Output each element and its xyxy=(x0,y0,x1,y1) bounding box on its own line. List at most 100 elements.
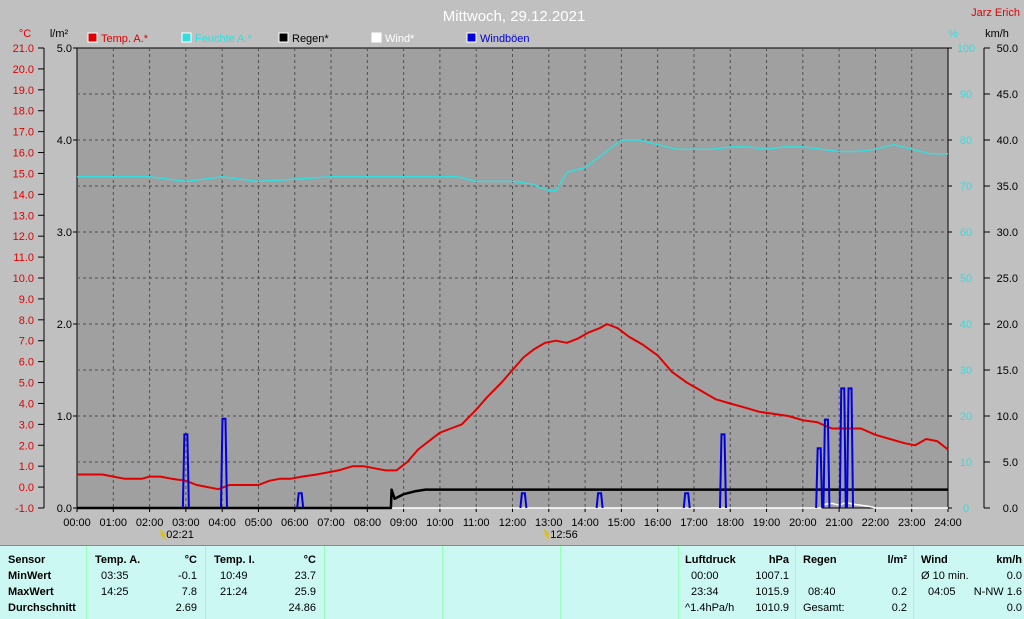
temp-i-avg-value: 24.86 xyxy=(288,602,316,614)
temp-tick-label: 10.0 xyxy=(13,273,34,285)
legend-label: Regen* xyxy=(292,33,329,45)
temp-i-max-time: 21:24 xyxy=(220,586,248,598)
pressure-unit: hPa xyxy=(768,554,789,566)
x-tick-label: 07:00 xyxy=(317,517,345,529)
weather-chart: Mittwoch, 29.12.2021 Jarz Erich °C l/m² … xyxy=(13,7,1020,541)
temp-tick-label: 14.0 xyxy=(13,189,34,201)
wind-avg-label: Ø 10 min. xyxy=(921,570,969,582)
rain-unit: l/m² xyxy=(887,554,907,566)
wind-tick-label: 40.0 xyxy=(997,135,1018,147)
temp-tick-label: 12.0 xyxy=(13,231,34,243)
x-tick-label: 12:00 xyxy=(499,517,527,529)
temp-tick-label: 18.0 xyxy=(13,106,34,118)
humidity-tick-label: 30 xyxy=(960,365,972,377)
pressure-trend: ^1.4hPa/h xyxy=(685,602,735,614)
temp-tick-label: 19.0 xyxy=(13,85,34,97)
x-tick-label: 00:00 xyxy=(63,517,91,529)
pressure-max-value: 1015.9 xyxy=(755,586,789,598)
legend: Temp. A.* Feuchte A.* Regen* Wind* Windböen xyxy=(87,32,530,45)
humidity-tick-label: 20 xyxy=(960,411,972,423)
rain-tick-label: 2.0 xyxy=(57,319,72,331)
temp-i-max-value: 25.9 xyxy=(294,586,316,598)
rain-tick-label: 4.0 xyxy=(57,135,72,147)
max-label: MaxWert xyxy=(8,586,54,598)
temp-tick-label: 3.0 xyxy=(19,419,34,431)
temp-tick-label: 1.0 xyxy=(19,461,34,473)
temp-i-header: Temp. I. xyxy=(214,554,255,566)
wind-unit-label: km/h xyxy=(985,28,1009,40)
temp-tick-label: 0.0 xyxy=(19,482,34,494)
humidity-tick-label: 100 xyxy=(957,43,975,55)
rain-column: Regen l/m² 08:40 0.2 Gesamt: 0.2 xyxy=(795,546,913,619)
temp-tick-label: 5.0 xyxy=(19,378,34,390)
temp-a-min-value: -0.1 xyxy=(178,570,197,582)
temp-a-max-value: 7.8 xyxy=(181,586,197,598)
wind-max-time: 04:05 xyxy=(928,586,956,598)
avg-label: Durchschnitt xyxy=(8,602,76,614)
wind-tick-label: 50.0 xyxy=(997,43,1018,55)
x-tick-label: 22:00 xyxy=(862,517,890,529)
temp-unit-label: °C xyxy=(19,28,31,40)
rain-unit-label: l/m² xyxy=(50,28,69,40)
x-tick-label: 23:00 xyxy=(898,517,926,529)
temp-a-avg-value: 2.69 xyxy=(175,602,197,614)
rain-total-label: Gesamt: xyxy=(803,602,845,614)
rain-tick-label: 0.0 xyxy=(57,503,72,515)
x-tick-label: 17:00 xyxy=(680,517,708,529)
empty-column-3 xyxy=(560,546,678,619)
humidity-tick-label: 50 xyxy=(960,273,972,285)
lightning-icon xyxy=(159,529,167,540)
temp-i-min-time: 10:49 xyxy=(220,570,248,582)
wind-tick-label: 0.0 xyxy=(1003,503,1018,515)
temp-tick-label: 8.0 xyxy=(19,315,34,327)
temp-a-min-time: 03:35 xyxy=(101,570,129,582)
sensor-header: Sensor xyxy=(8,554,46,566)
legend-label: Feuchte A.* xyxy=(195,33,253,45)
humidity-tick-label: 10 xyxy=(960,457,972,469)
wind-tick-label: 45.0 xyxy=(997,89,1018,101)
wind-avg-value: 0.0 xyxy=(1006,570,1022,582)
temp-tick-label: 4.0 xyxy=(19,398,34,410)
x-tick-label: 24:00 xyxy=(934,517,962,529)
wind-unit: km/h xyxy=(996,554,1022,566)
temp-tick-label: 17.0 xyxy=(13,127,34,139)
temp-i-min-value: 23.7 xyxy=(294,570,316,582)
pressure-min-value: 1007.1 xyxy=(755,570,789,582)
x-tick-label: 11:00 xyxy=(463,517,490,529)
pressure-avg-value: 1010.9 xyxy=(755,602,789,614)
temp-tick-label: 7.0 xyxy=(19,336,34,348)
x-tick-label: 15:00 xyxy=(608,517,636,529)
x-tick-label: 05:00 xyxy=(245,517,273,529)
wind-tick-label: 35.0 xyxy=(997,181,1018,193)
x-tick-label: 06:00 xyxy=(281,517,309,529)
wind-tick-label: 25.0 xyxy=(997,273,1018,285)
empty-column-2 xyxy=(442,546,560,619)
x-tick-label: 20:00 xyxy=(789,517,817,529)
author-label: Jarz Erich xyxy=(971,7,1020,19)
wind-tick-label: 5.0 xyxy=(1003,457,1018,469)
summary-table: Sensor MinWert MaxWert Durchschnitt Temp… xyxy=(0,545,1024,619)
temp-a-header: Temp. A. xyxy=(95,554,141,566)
x-tick-label: 01:00 xyxy=(100,517,128,529)
legend-swatch xyxy=(278,32,289,43)
x-tick-label: 18:00 xyxy=(716,517,744,529)
x-tick-label: 02:00 xyxy=(136,517,164,529)
legend-swatch xyxy=(371,32,382,43)
min-label: MinWert xyxy=(8,570,52,582)
humidity-tick-label: 70 xyxy=(960,181,972,193)
wind-tick-label: 15.0 xyxy=(997,365,1018,377)
x-tick-label: 03:00 xyxy=(172,517,200,529)
event-marker-label: 02:21 xyxy=(166,529,194,541)
x-tick-label: 08:00 xyxy=(354,517,382,529)
pressure-column: Luftdruck hPa 00:00 1007.1 23:34 1015.9 … xyxy=(678,546,795,619)
lightning-icon xyxy=(543,529,551,540)
x-tick-label: 04:00 xyxy=(208,517,236,529)
temp-tick-label: -1.0 xyxy=(15,503,34,515)
x-tick-label: 09:00 xyxy=(390,517,418,529)
x-tick-label: 14:00 xyxy=(571,517,599,529)
wind-column: Wind km/h Ø 10 min. 0.0 04:05 N-NW 1.6 0… xyxy=(913,546,1024,619)
humidity-tick-label: 40 xyxy=(960,319,972,331)
wind-max-value: N-NW 1.6 xyxy=(973,586,1022,598)
wind-header: Wind xyxy=(921,554,948,566)
legend-label: Wind* xyxy=(385,33,415,45)
